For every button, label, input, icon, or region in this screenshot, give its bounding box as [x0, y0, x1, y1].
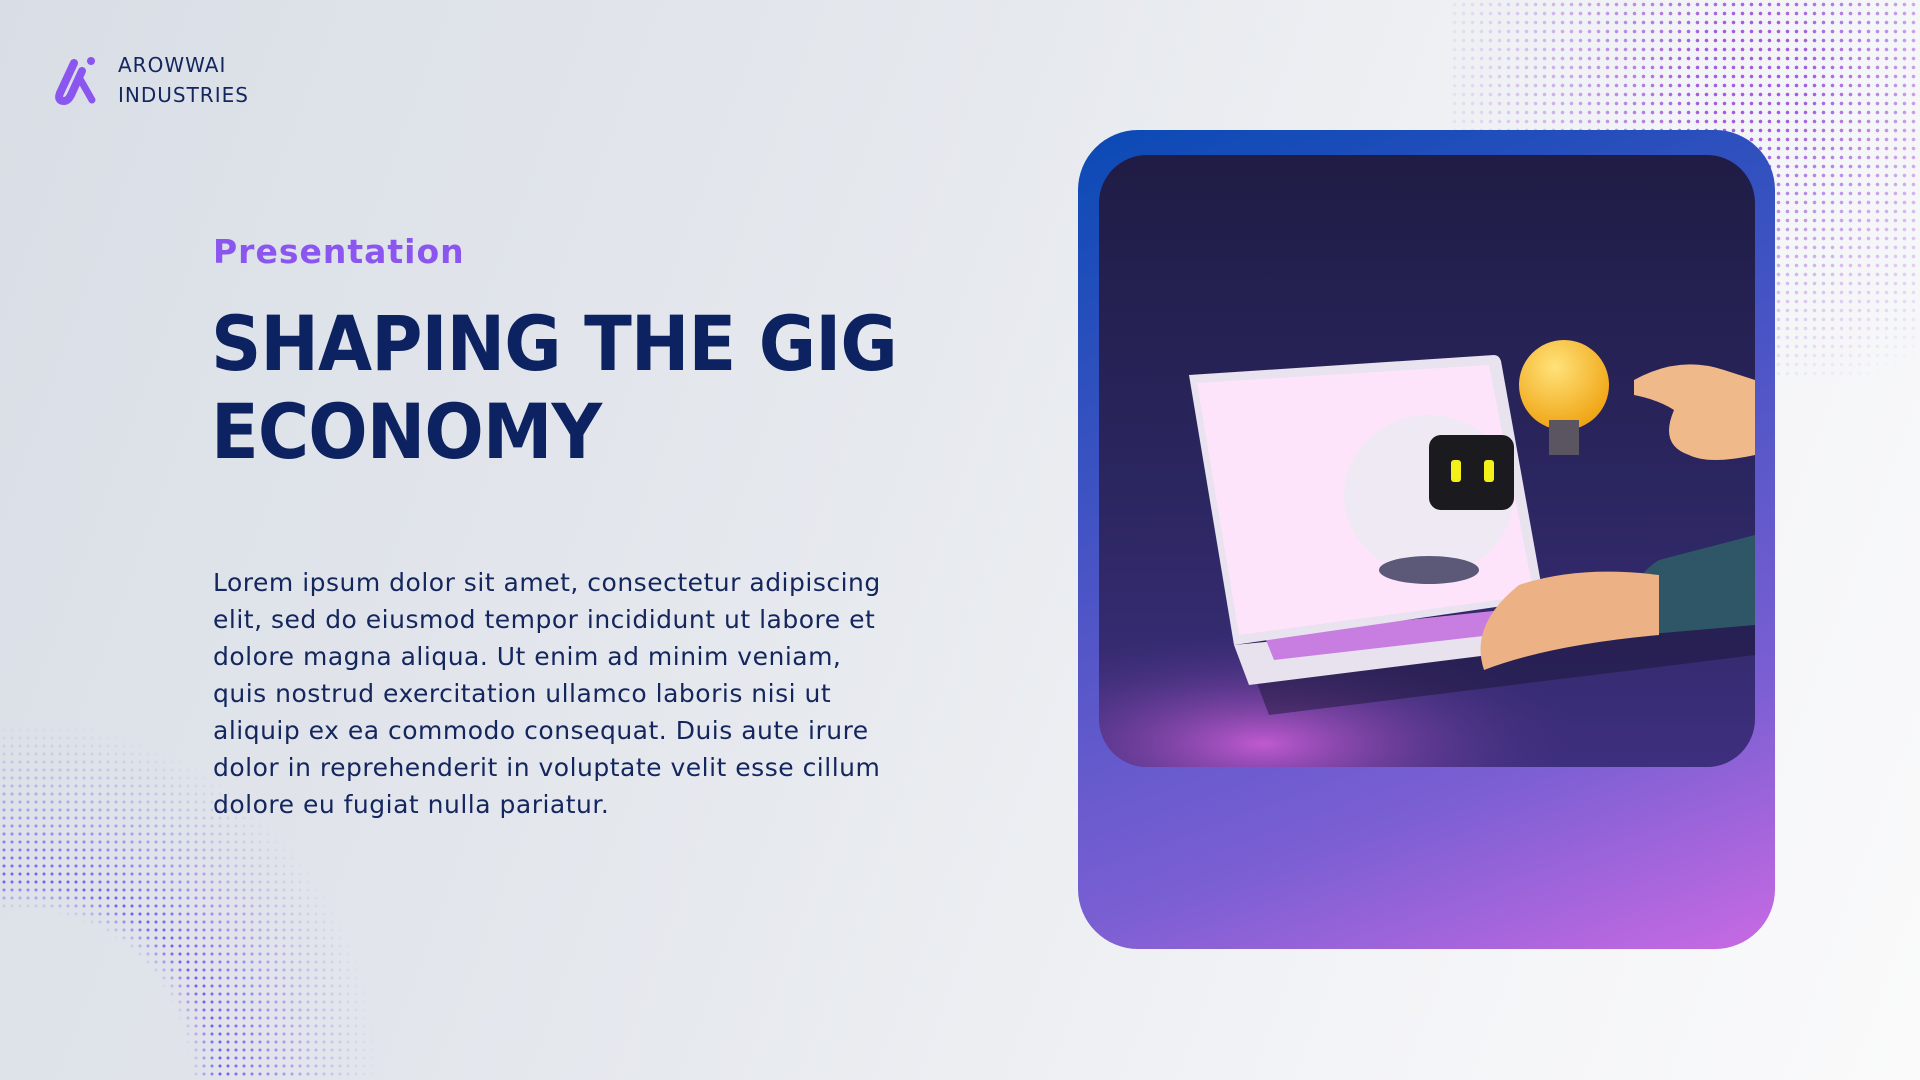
page-title: SHAPING THE GIG ECONOMY	[211, 299, 898, 476]
brand-name-line2: INDUSTRIES	[118, 83, 249, 107]
robot-laptop-illustration	[1099, 155, 1755, 767]
hero-image-card	[1078, 130, 1775, 949]
brand-logo: AROWWAI INDUSTRIES	[54, 50, 249, 110]
brand-name: AROWWAI INDUSTRIES	[118, 50, 249, 110]
brand-name-line1: AROWWAI	[118, 53, 227, 77]
brand-logo-icon	[55, 57, 96, 105]
body-text: Lorem ipsum dolor sit amet, consectetur …	[213, 568, 881, 819]
eyebrow-label: Presentation	[213, 232, 465, 271]
